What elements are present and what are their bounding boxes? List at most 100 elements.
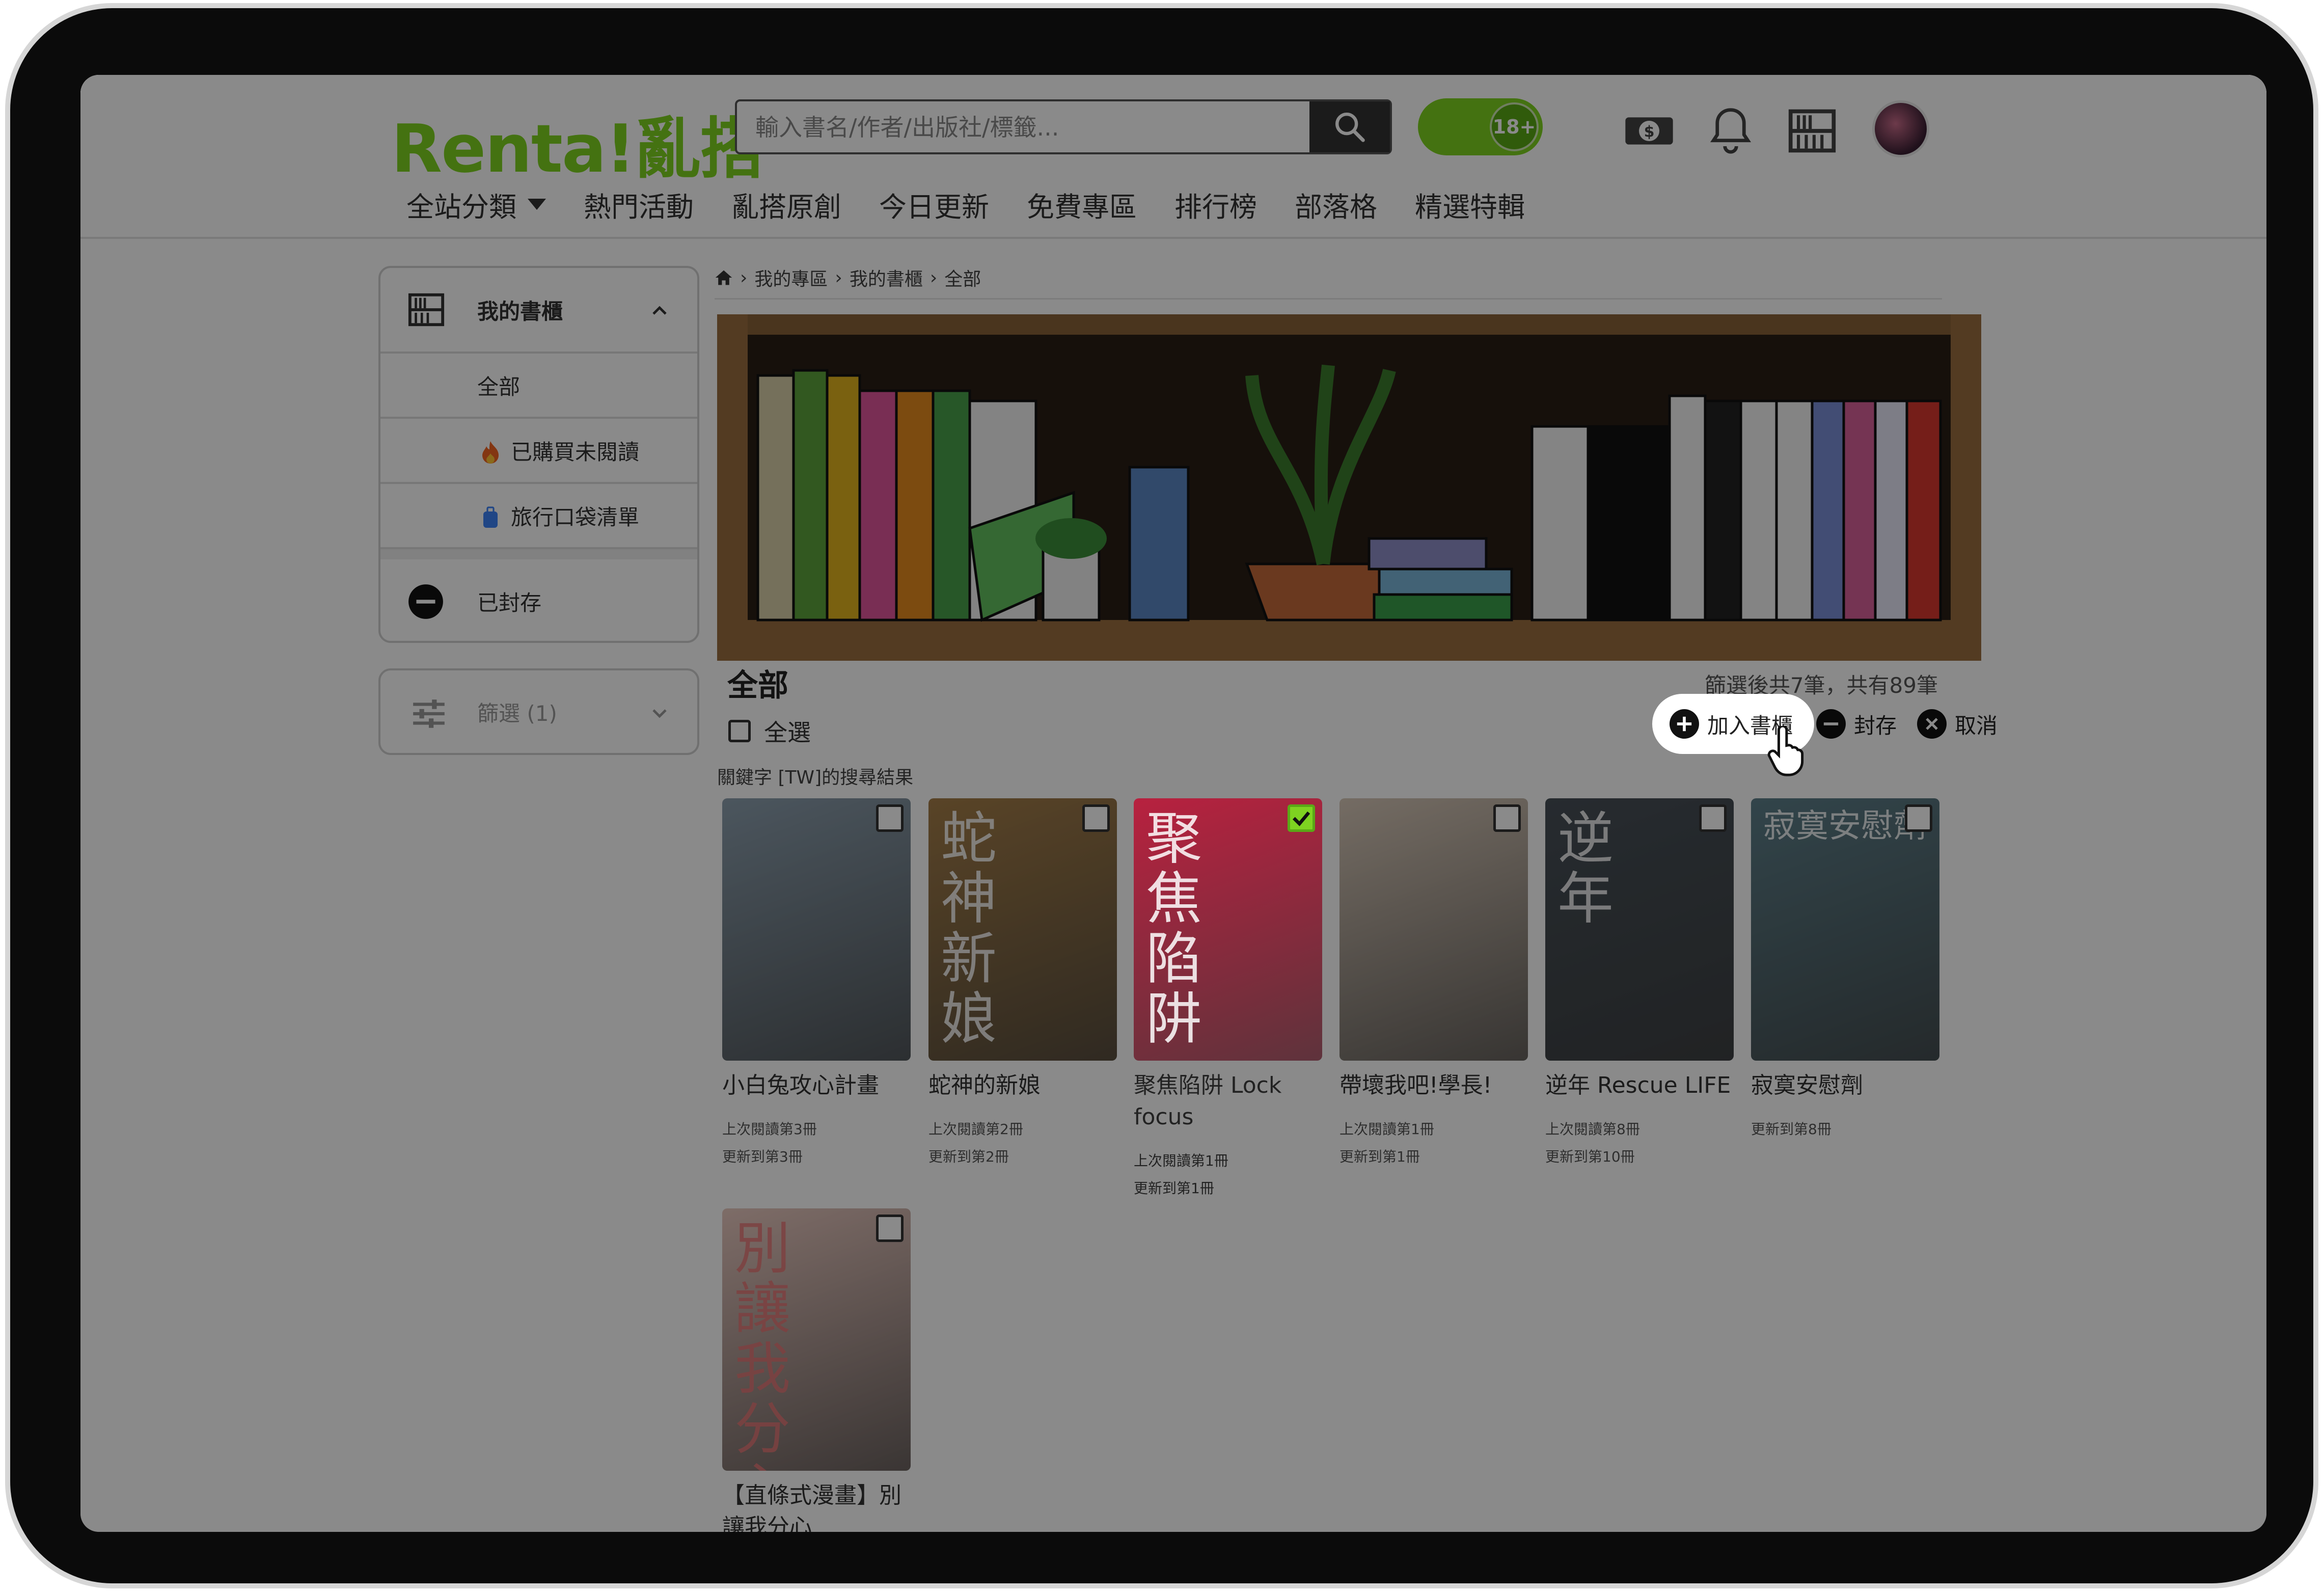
sidebar-item-all[interactable]: 全部 — [380, 354, 697, 419]
breadcrumb-my-area[interactable]: 我的專區 — [754, 264, 828, 291]
sidebar-item-unread[interactable]: 已購買未閱讀 — [380, 419, 697, 484]
book-cover[interactable]: 寂寞安慰劑 — [1751, 798, 1939, 1061]
book-card[interactable]: 寂寞安慰劑 寂寞安慰劑 更新到第8冊 — [1751, 798, 1939, 1140]
book-cover[interactable]: 別讓我分心 — [722, 1208, 911, 1471]
breadcrumb-separator: › — [835, 267, 842, 288]
book-title[interactable]: 寂寞安慰劑 — [1751, 1070, 1939, 1101]
book-title[interactable]: 逆年 Rescue LIFE — [1545, 1070, 1734, 1101]
search-input[interactable] — [737, 101, 1296, 153]
cover-title: 蛇神新娘 — [941, 806, 997, 1051]
filter-dropdown[interactable]: 篩選 (1) — [378, 668, 699, 755]
book-checkbox[interactable] — [1493, 804, 1521, 832]
search-icon — [1335, 113, 1365, 142]
checkbox-box — [728, 720, 751, 742]
book-card[interactable]: 逆年 逆年 Rescue LIFE 上次閱讀第8冊 更新到第10冊 — [1545, 798, 1734, 1168]
sidebar-shelf-header[interactable]: 我的書櫃 — [380, 268, 697, 354]
sidebar-shelf-title: 我的書櫃 — [477, 299, 563, 324]
book-card[interactable]: 帶壞我吧!學長! 上次閱讀第1冊 更新到第1冊 — [1339, 798, 1528, 1168]
coin-button[interactable]: $ — [1624, 105, 1675, 156]
fire-icon — [482, 441, 499, 464]
keyword-result-label: 關鍵字 [TW]的搜尋結果 — [717, 767, 914, 788]
nav-item-blog[interactable]: 部落格 — [1276, 184, 1396, 225]
book-checkbox[interactable] — [876, 1215, 904, 1242]
filter-label: 篩選 (1) — [477, 700, 557, 726]
sidebar-item-label: 全部 — [477, 374, 521, 399]
book-title[interactable]: 聚焦陷阱 Lock focus — [1134, 1070, 1322, 1133]
book-updated: 更新到第1冊 — [1134, 1180, 1214, 1197]
book-cover[interactable]: 蛇神新娘 — [928, 798, 1117, 1061]
nav-item-all-categories[interactable]: 全站分類 — [406, 184, 565, 225]
book-cover[interactable]: 聚焦陷阱 — [1134, 798, 1322, 1061]
book-cover[interactable]: 逆年 — [1545, 798, 1734, 1061]
minus-circle-icon — [1816, 709, 1846, 739]
home-icon[interactable] — [715, 269, 733, 286]
sidebar-shelf-menu: 我的書櫃 全部 已購買未閱讀 旅行口袋清單 已封存 — [378, 266, 699, 643]
book-checkbox-checked[interactable] — [1288, 804, 1315, 832]
breadcrumb-my-shelf[interactable]: 我的書櫃 — [850, 264, 923, 291]
book-card[interactable]: 蛇神新娘 蛇神的新娘 上次閱讀第2冊 更新到第2冊 — [928, 798, 1117, 1168]
book-card[interactable]: 別讓我分心 【直條式漫畫】別讓我分心 — [722, 1208, 911, 1532]
chevron-down-icon — [652, 709, 667, 718]
close-circle-icon — [1917, 709, 1947, 739]
archive-button[interactable]: 封存 — [1816, 694, 1897, 754]
site-header: Renta!亂搭 18+ $ 全站分類 熱門活動 — [80, 75, 2266, 239]
breadcrumb-separator: › — [929, 267, 938, 288]
book-last-read: 上次閱讀第8冊 — [1545, 1121, 1640, 1138]
cancel-label: 取消 — [1955, 713, 1998, 738]
adult-content-toggle[interactable]: 18+ — [1418, 98, 1543, 155]
breadcrumb-divider — [715, 298, 1942, 300]
book-title[interactable]: 帶壞我吧!學長! — [1339, 1070, 1528, 1101]
sliders-icon — [413, 699, 445, 728]
nav-item-today[interactable]: 今日更新 — [860, 184, 1008, 225]
cover-title: 聚焦陷阱 — [1146, 806, 1202, 1051]
sidebar-item-travel-list[interactable]: 旅行口袋清單 — [380, 484, 697, 549]
sidebar-item-archived[interactable]: 已封存 — [380, 559, 697, 641]
shelf-right-books — [1530, 394, 1942, 622]
book-title[interactable]: 小白兔攻心計畫 — [722, 1070, 911, 1101]
book-last-read: 上次閱讀第1冊 — [1339, 1121, 1434, 1138]
book-checkbox[interactable] — [1905, 804, 1932, 832]
sidebar-item-label: 旅行口袋清單 — [511, 504, 640, 530]
book-checkbox[interactable] — [876, 804, 904, 832]
bookshelf-illustration — [717, 314, 1981, 661]
search-button[interactable] — [1309, 101, 1390, 152]
nav-item-ranking[interactable]: 排行榜 — [1156, 184, 1276, 225]
sidebar-item-label: 已購買未閱讀 — [511, 439, 640, 465]
book-checkbox[interactable] — [1699, 804, 1727, 832]
nav-item-events[interactable]: 熱門活動 — [565, 184, 713, 225]
book-title[interactable]: 蛇神的新娘 — [928, 1070, 1117, 1101]
cover-title: 逆年 — [1557, 806, 1614, 931]
search-box — [735, 99, 1392, 154]
book-last-read: 上次閱讀第2冊 — [928, 1121, 1023, 1138]
bookshelf-button[interactable] — [1787, 105, 1838, 156]
toggle-knob: 18+ — [1490, 102, 1539, 151]
nav-item-originals[interactable]: 亂搭原創 — [713, 184, 860, 225]
book-card-selected[interactable]: 聚焦陷阱 聚焦陷阱 Lock focus 上次閱讀第1冊 更新到第1冊 — [1134, 798, 1322, 1199]
select-all-checkbox[interactable]: 全選 — [728, 714, 811, 748]
cancel-button[interactable]: 取消 — [1917, 694, 1998, 754]
book-updated: 更新到第1冊 — [1339, 1148, 1420, 1165]
select-all-label: 全選 — [764, 719, 811, 746]
svg-text:$: $ — [1644, 123, 1655, 141]
chevron-up-icon — [652, 306, 667, 315]
plus-circle-icon — [1670, 709, 1699, 739]
breadcrumb-current: 全部 — [944, 269, 981, 290]
book-cover[interactable] — [722, 798, 911, 1061]
avatar[interactable] — [1872, 100, 1929, 157]
bookshelf-icon — [1788, 109, 1836, 153]
archive-label: 封存 — [1854, 713, 1897, 738]
book-updated: 更新到第3冊 — [722, 1148, 803, 1165]
section-title: 全部 — [727, 668, 788, 704]
notification-button[interactable] — [1705, 105, 1756, 156]
site-logo[interactable]: Renta!亂搭 — [391, 95, 766, 191]
bell-icon — [1710, 108, 1752, 154]
nav-item-free[interactable]: 免費專區 — [1008, 184, 1156, 225]
browser-viewport: Renta!亂搭 18+ $ 全站分類 熱門活動 — [80, 75, 2266, 1532]
nav-item-featured[interactable]: 精選特輯 — [1396, 184, 1544, 225]
book-title[interactable]: 【直條式漫畫】別讓我分心 — [722, 1480, 911, 1532]
book-checkbox[interactable] — [1082, 804, 1110, 832]
sidebar-divider — [380, 549, 697, 559]
book-card[interactable]: 小白兔攻心計畫 上次閱讀第3冊 更新到第3冊 — [722, 798, 911, 1168]
book-updated: 更新到第2冊 — [928, 1148, 1009, 1165]
book-cover[interactable] — [1339, 798, 1528, 1061]
